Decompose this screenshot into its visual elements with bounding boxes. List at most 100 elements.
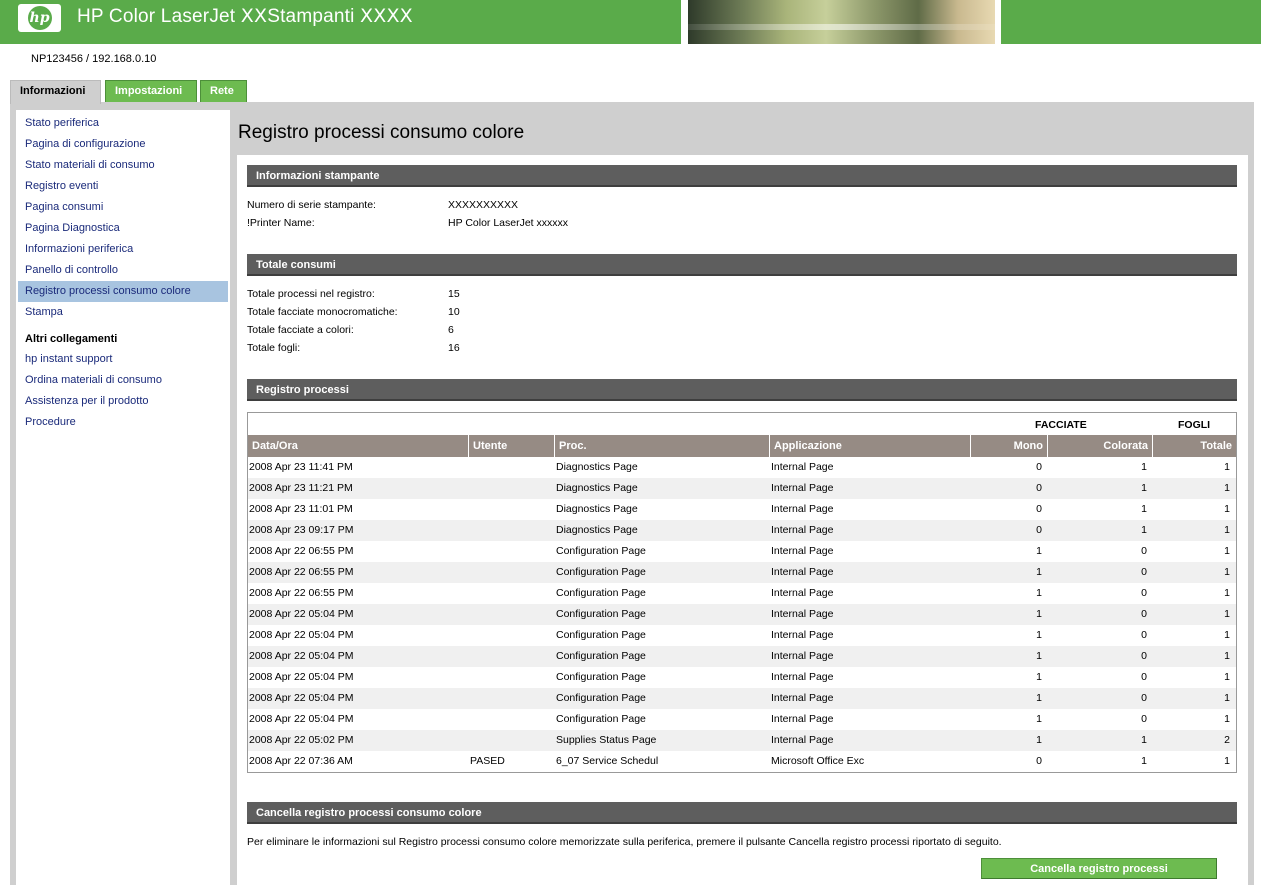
page-title: Registro processi consumo colore (238, 122, 525, 143)
cell-mono: 1 (1036, 713, 1042, 725)
header-banner: hp HP Color LaserJet ⅩⅩStampanti ⅩⅩⅩⅩ (0, 0, 1261, 44)
section-header-totale-consumi: Totale consumi (247, 254, 1237, 276)
tab-informazioni[interactable]: Informazioni (10, 80, 101, 104)
serial-number-label: Numero di serie stampante: (247, 199, 376, 211)
cell-proc: Configuration Page (556, 587, 646, 599)
cell-totale: 1 (1224, 755, 1230, 767)
tab-rete[interactable]: Rete (200, 80, 247, 102)
cell-proc: Diagnostics Page (556, 503, 638, 515)
sidebar-item-registro-eventi[interactable]: Registro eventi (18, 176, 228, 197)
sidebar-item-stampa[interactable]: Stampa (18, 302, 228, 323)
job-log-table: FACCIATE FOGLI Data/Ora Utente Proc. App… (247, 412, 1237, 773)
column-header-data-ora[interactable]: Data/Ora (248, 435, 469, 457)
cell-proc: Configuration Page (556, 713, 646, 725)
column-header-proc[interactable]: Proc. (555, 435, 770, 457)
sidebar: Stato periferica Pagina di configurazion… (16, 110, 230, 885)
table-row: 2008 Apr 22 05:04 PM Configuration Page In… (248, 604, 1236, 625)
table-row: 2008 Apr 23 11:01 PM Diagnostics Page Inte… (248, 499, 1236, 520)
column-header-colorata[interactable]: Colorata (1048, 435, 1153, 457)
cell-proc: Configuration Page (556, 629, 646, 641)
cell-colorata: 0 (1141, 587, 1147, 599)
column-header-totale[interactable]: Totale (1153, 435, 1236, 457)
hp-logo-icon: hp (18, 4, 61, 32)
section-header-registro-processi: Registro processi (247, 379, 1237, 401)
cell-applicazione: Internal Page (771, 566, 834, 578)
cell-totale: 1 (1224, 566, 1230, 578)
cell-applicazione: Internal Page (771, 629, 834, 641)
total-sheets-value: 16 (448, 342, 460, 354)
clear-log-description: Per eliminare le informazioni sul Regist… (247, 836, 1002, 848)
cell-applicazione: Internal Page (771, 671, 834, 683)
cell-mono: 1 (1036, 671, 1042, 683)
cell-proc: Supplies Status Page (556, 734, 657, 746)
column-header-utente[interactable]: Utente (469, 435, 555, 457)
table-row: 2008 Apr 22 05:04 PM Configuration Page In… (248, 709, 1236, 730)
total-color-label: Totale facciate a colori: (247, 324, 354, 336)
cell-colorata: 1 (1141, 524, 1147, 536)
cell-colorata: 0 (1141, 608, 1147, 620)
cell-data-ora: 2008 Apr 22 05:04 PM (249, 692, 354, 704)
cell-mono: 1 (1036, 545, 1042, 557)
total-jobs-value: 15 (448, 288, 460, 300)
header-photo (688, 0, 995, 44)
cell-utente (469, 562, 555, 583)
cell-totale: 1 (1224, 461, 1230, 473)
sidebar-link-procedure[interactable]: Procedure (18, 412, 228, 433)
sidebar-link-hp-instant-support[interactable]: hp instant support (18, 349, 228, 370)
cell-proc: Diagnostics Page (556, 524, 638, 536)
cell-applicazione: Internal Page (771, 713, 834, 725)
cell-totale: 1 (1224, 545, 1230, 557)
column-header-mono[interactable]: Mono (971, 435, 1048, 457)
section-header-cancella-registro: Cancella registro processi consumo color… (247, 802, 1237, 824)
clear-log-button[interactable]: Cancella registro processi (981, 858, 1217, 879)
sidebar-item-stato-materiali[interactable]: Stato materiali di consumo (18, 155, 228, 176)
cell-applicazione: Internal Page (771, 503, 834, 515)
cell-colorata: 1 (1141, 461, 1147, 473)
sidebar-item-pagina-diagnostica[interactable]: Pagina Diagnostica (18, 218, 228, 239)
sidebar-link-ordina-materiali[interactable]: Ordina materiali di consumo (18, 370, 228, 391)
total-jobs-label: Totale processi nel registro: (247, 288, 375, 300)
sidebar-item-stato-periferica[interactable]: Stato periferica (18, 113, 228, 134)
cell-utente (469, 730, 555, 751)
cell-data-ora: 2008 Apr 22 05:02 PM (249, 734, 354, 746)
header-green-right (1001, 0, 1261, 44)
sidebar-link-assistenza-prodotto[interactable]: Assistenza per il prodotto (18, 391, 228, 412)
cell-colorata: 0 (1141, 650, 1147, 662)
cell-applicazione: Internal Page (771, 524, 834, 536)
sidebar-item-pagina-consumi[interactable]: Pagina consumi (18, 197, 228, 218)
cell-utente (469, 625, 555, 646)
cell-totale: 1 (1224, 482, 1230, 494)
table-row: 2008 Apr 22 05:04 PM Configuration Page In… (248, 688, 1236, 709)
cell-totale: 1 (1224, 503, 1230, 515)
app-title: HP Color LaserJet ⅩⅩStampanti ⅩⅩⅩⅩ (77, 6, 413, 27)
cell-data-ora: 2008 Apr 23 11:01 PM (249, 503, 353, 515)
cell-utente (469, 688, 555, 709)
sidebar-item-registro-processi-colore[interactable]: Registro processi consumo colore (18, 281, 228, 302)
total-sheets-label: Totale fogli: (247, 342, 301, 354)
cell-data-ora: 2008 Apr 23 09:17 PM (249, 524, 354, 536)
cell-data-ora: 2008 Apr 22 05:04 PM (249, 608, 354, 620)
tab-impostazioni[interactable]: Impostazioni (105, 80, 197, 102)
cell-proc: Configuration Page (556, 692, 646, 704)
cell-utente (469, 478, 555, 499)
sidebar-item-panello-controllo[interactable]: Panello di controllo (18, 260, 228, 281)
column-header-applicazione[interactable]: Applicazione (770, 435, 971, 457)
cell-proc: Configuration Page (556, 545, 646, 557)
sidebar-item-pagina-configurazione[interactable]: Pagina di configurazione (18, 134, 228, 155)
cell-applicazione: Internal Page (771, 650, 834, 662)
cell-data-ora: 2008 Apr 23 11:21 PM (249, 482, 353, 494)
cell-applicazione: Internal Page (771, 587, 834, 599)
cell-mono: 1 (1036, 566, 1042, 578)
cell-data-ora: 2008 Apr 22 06:55 PM (249, 587, 354, 599)
cell-mono: 0 (1036, 755, 1042, 767)
device-id: NP123456 / 192.168.0.10 (31, 53, 157, 65)
cell-utente (469, 604, 555, 625)
table-row: 2008 Apr 22 07:36 AM PASED 6_07 Service Sc… (248, 751, 1236, 772)
cell-applicazione: Internal Page (771, 692, 834, 704)
cell-colorata: 1 (1141, 734, 1147, 746)
sidebar-item-informazioni-periferica[interactable]: Informazioni periferica (18, 239, 228, 260)
table-row: 2008 Apr 22 06:55 PM Configuration Page In… (248, 562, 1236, 583)
cell-mono: 1 (1036, 629, 1042, 641)
hp-logo-text: hp (27, 6, 52, 30)
cell-applicazione: Internal Page (771, 734, 834, 746)
